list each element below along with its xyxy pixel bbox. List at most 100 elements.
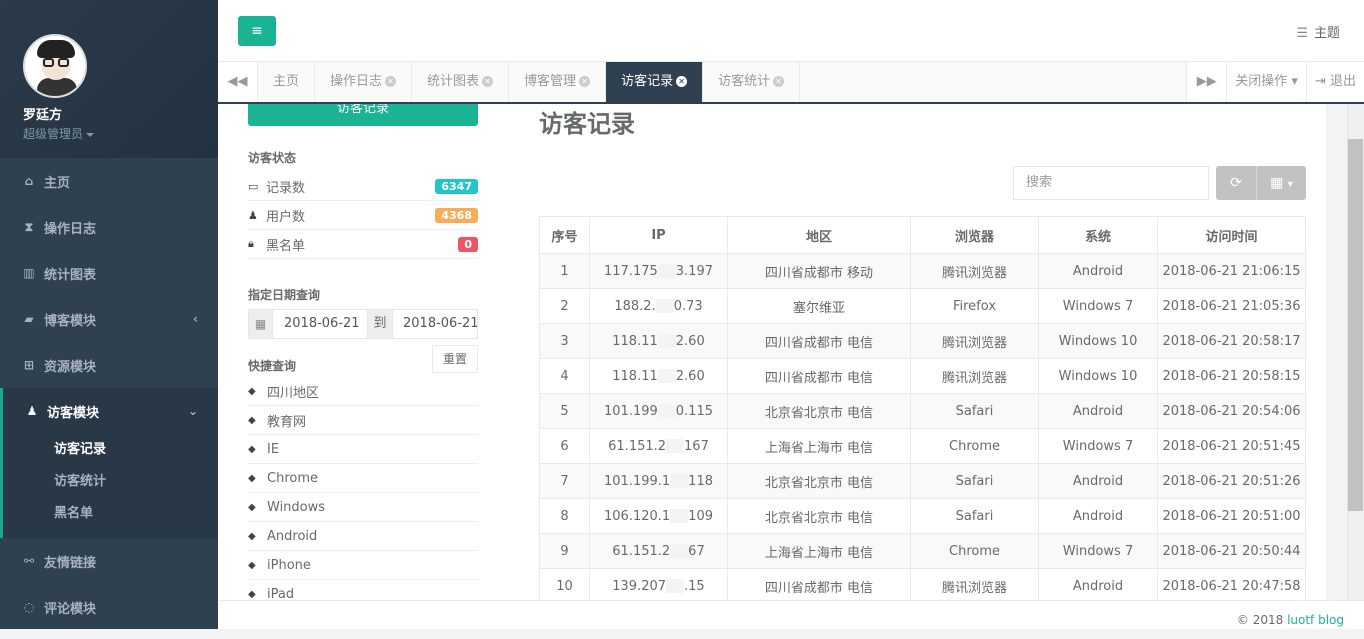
search-input[interactable]: 搜索 — [1013, 166, 1209, 200]
sidebar-item-bottom-0[interactable]: ⚯ 友情链接 — [0, 538, 218, 584]
sidebar-item-top-2[interactable]: ▥ 统计图表 — [0, 250, 218, 296]
chevron-down-icon: ⌄ — [187, 404, 198, 418]
footer-link[interactable]: luotf blog — [1287, 613, 1344, 627]
submenu-item[interactable]: 访客记录 — [3, 434, 218, 466]
scrollbar-thumb[interactable] — [1348, 139, 1363, 511]
ip-redacted — [655, 299, 674, 313]
scrollbar[interactable] — [1347, 104, 1364, 600]
visitor-record-button[interactable]: 访客记录 — [248, 104, 478, 126]
tag-icon: ◆ — [248, 472, 256, 484]
ip-suffix: 2.60 — [675, 368, 705, 384]
quick-query-item[interactable]: ◆ iPhone — [248, 551, 478, 580]
tabs-scroll-left-button[interactable]: ◀◀ — [218, 62, 258, 102]
reset-button[interactable]: 重置 — [432, 345, 478, 373]
cell-ip: 61.151.2 67 — [589, 533, 728, 569]
quick-query-item[interactable]: ◆ 四川地区 — [248, 377, 478, 406]
tab-操作日志[interactable]: 操作日志 ✕ — [315, 62, 413, 102]
column-header[interactable]: 浏览器 — [910, 216, 1039, 254]
column-header[interactable]: 系统 — [1038, 216, 1158, 254]
quick-query-label: Windows — [267, 499, 326, 515]
column-header[interactable]: 地区 — [727, 216, 911, 254]
date-from-input[interactable]: 2018-06-21 — [273, 310, 367, 338]
table-row[interactable]: 6 61.151.2 167 上海省上海市 电信 Chrome Windows 7 2018… — [539, 428, 1306, 464]
grid-icon: ⊞ — [23, 358, 35, 372]
status-badge: 0 — [458, 236, 478, 252]
ip-prefix: 101.199 — [604, 403, 658, 419]
close-icon[interactable]: ✕ — [676, 76, 688, 87]
sidebar-item-bottom-1[interactable]: ◌ 评论模块 — [0, 584, 218, 629]
right-gutter — [1326, 104, 1364, 600]
refresh-button[interactable]: ⟳ — [1216, 166, 1256, 200]
ip-suffix: 67 — [688, 543, 705, 559]
submenu-item[interactable]: 黑名单 — [3, 498, 218, 530]
sign-out-icon: ⇥ — [1314, 74, 1326, 89]
cell: 2018-06-21 20:50:44 — [1157, 533, 1306, 569]
ip-redacted — [657, 334, 676, 348]
profile-role-dropdown[interactable]: 超级管理员 — [23, 125, 218, 142]
menu-toggle-button[interactable]: ≡ — [238, 16, 276, 46]
chevron-left-icon: ‹ — [193, 312, 198, 326]
quick-query-label: 四川地区 — [267, 385, 320, 401]
column-header[interactable]: 序号 — [539, 216, 590, 254]
table-row[interactable]: 3 118.11 2.60 四川省成都市 电信 腾讯浏览器 Windows 10 2018-… — [539, 323, 1306, 359]
close-operations-dropdown[interactable]: 关闭操作 ▾ — [1226, 62, 1306, 102]
close-icon[interactable]: ✕ — [579, 76, 591, 87]
ip-redacted — [666, 579, 685, 593]
backward-icon: ◀◀ — [227, 74, 248, 89]
sidebar-item-top-3[interactable]: ▰ 博客模块 ‹ — [0, 296, 218, 342]
table-row[interactable]: 2 188.2. 0.73 塞尔维亚 Firefox Windows 7 2018-06-2… — [539, 288, 1306, 324]
date-to-input[interactable]: 2018-06-21 — [393, 310, 477, 338]
quick-query-item[interactable]: ◆ Windows — [248, 493, 478, 522]
cell-index: 9 — [539, 533, 590, 569]
cell: Safari — [910, 463, 1039, 499]
tab-主页[interactable]: 主页 — [258, 62, 316, 102]
ip-suffix: 0.115 — [675, 403, 713, 419]
sidebar-item-top-0[interactable]: ⌂ 主页 — [0, 158, 218, 204]
close-icon[interactable]: ✕ — [482, 76, 494, 87]
hourglass-icon: ⧗ — [24, 219, 34, 234]
cell: 2018-06-21 21:06:15 — [1157, 253, 1306, 289]
submenu-item[interactable]: 访客统计 — [3, 466, 218, 498]
sidebar-item-visitor-module[interactable]: ♟ 访客模块 ⌄ — [3, 388, 218, 434]
caret-down-icon — [86, 132, 95, 137]
tab-博客管理[interactable]: 博客管理 ✕ — [509, 62, 607, 102]
quick-query-item[interactable]: ◆ IE — [248, 435, 478, 464]
cell-ip: 101.199.1 118 — [589, 463, 728, 499]
table-row[interactable]: 7 101.199.1 118 北京省北京市 电信 Safari Android 2018-… — [539, 463, 1306, 499]
cell-index: 5 — [539, 393, 590, 429]
cell-ip: 139.207 .15 — [589, 568, 728, 600]
column-header[interactable]: 访问时间 — [1157, 216, 1306, 254]
column-header[interactable]: IP — [589, 216, 728, 254]
avatar[interactable] — [23, 34, 87, 98]
cell: 北京省北京市 电信 — [727, 498, 911, 534]
close-icon[interactable]: ✕ — [385, 76, 397, 87]
cell: 腾讯浏览器 — [910, 358, 1039, 394]
tag-icon: ◆ — [248, 530, 256, 542]
quick-query-item[interactable]: ◆ 教育网 — [248, 406, 478, 435]
table-row[interactable]: 9 61.151.2 67 上海省上海市 电信 Chrome Windows 7 2018-… — [539, 533, 1306, 569]
logout-button[interactable]: ⇥ 退出 — [1305, 62, 1364, 102]
ip-redacted — [670, 544, 689, 558]
ip-prefix: 118.11 — [612, 368, 658, 384]
tab-统计图表[interactable]: 统计图表 ✕ — [412, 62, 510, 102]
tag-icon: ◆ — [248, 559, 256, 571]
table-row[interactable]: 5 101.199 0.115 北京省北京市 电信 Safari Android 2018-… — [539, 393, 1306, 429]
table-row[interactable]: 4 118.11 2.60 四川省成都市 电信 腾讯浏览器 Windows 10 2018-… — [539, 358, 1306, 394]
sidebar-item-top-1[interactable]: ⧗ 操作日志 — [0, 204, 218, 250]
quick-query-item[interactable]: ◆ iPad — [248, 580, 478, 601]
table-row[interactable]: 10 139.207 .15 四川省成都市 电信 腾讯浏览器 Android 2018-06… — [539, 568, 1306, 600]
sidebar-item-top-4[interactable]: ⊞ 资源模块 — [0, 342, 218, 388]
columns-toggle-button[interactable]: ▦ ▾ — [1256, 166, 1306, 200]
status-title: 访客状态 — [248, 151, 297, 165]
tabs-scroll-right-button[interactable]: ▶▶ — [1186, 62, 1226, 102]
table-row[interactable]: 1 117.175 3.197 四川省成都市 移动 腾讯浏览器 Android 2018-0… — [539, 253, 1306, 289]
quick-query-item[interactable]: ◆ Chrome — [248, 464, 478, 493]
cell: Firefox — [910, 288, 1039, 324]
tab-访客统计[interactable]: 访客统计 ✕ — [703, 62, 801, 102]
tab-访客记录[interactable]: 访客记录 ✕ — [606, 62, 704, 102]
theme-button[interactable]: ☰ 主题 — [1296, 22, 1340, 41]
tag-icon: ◆ — [248, 588, 256, 600]
close-icon[interactable]: ✕ — [773, 76, 785, 87]
quick-query-item[interactable]: ◆ Android — [248, 522, 478, 551]
table-row[interactable]: 8 106.120.1 109 北京省北京市 电信 Safari Android 2018-… — [539, 498, 1306, 534]
